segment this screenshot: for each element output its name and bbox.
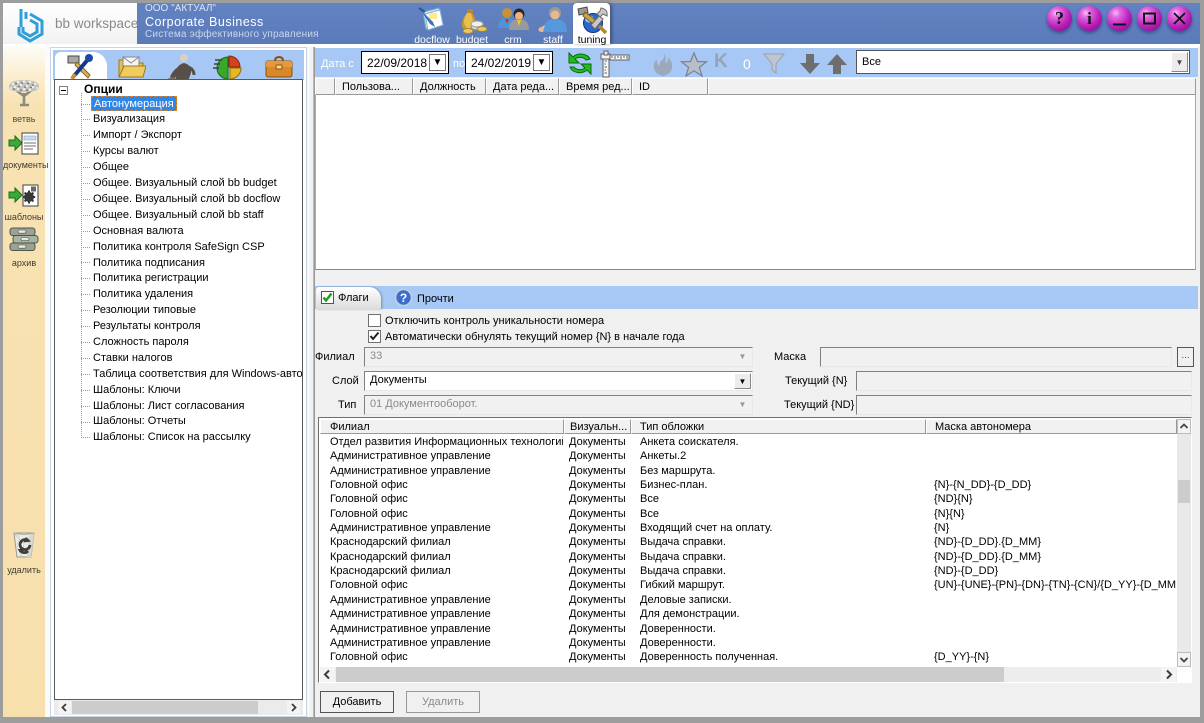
svg-text:?: ? (400, 291, 407, 305)
